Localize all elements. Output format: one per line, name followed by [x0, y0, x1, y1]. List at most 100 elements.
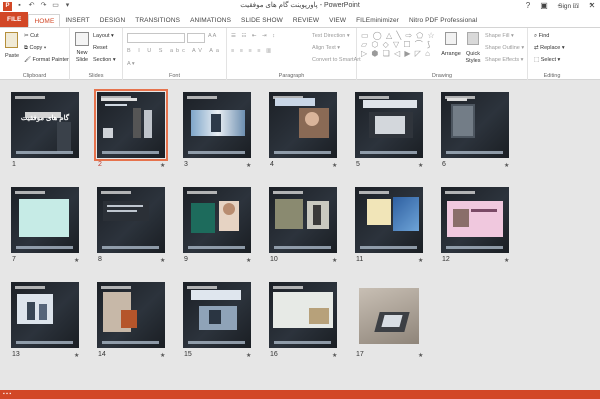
slide-thumbnail[interactable] — [11, 282, 79, 348]
slide-thumbnail[interactable] — [11, 187, 79, 253]
cut-label: Cut — [30, 33, 39, 39]
paste-button[interactable]: Paste — [2, 53, 22, 59]
slide-thumbnail[interactable] — [441, 92, 509, 158]
status-bar: ▪ ▪ ▪ — [0, 390, 600, 399]
transition-star-icon[interactable]: ★ — [246, 162, 251, 169]
shape-effects-button[interactable]: Shape Effects ▾ — [485, 57, 523, 63]
tab-home[interactable]: HOME — [28, 14, 61, 27]
align-text-label: Align Text — [312, 45, 336, 51]
quick-styles-button[interactable]: Quick Styles — [461, 51, 485, 65]
transition-star-icon[interactable]: ★ — [246, 257, 251, 264]
reset-button[interactable]: Reset — [93, 45, 107, 51]
new-slide-button[interactable]: New Slide — [71, 50, 93, 64]
slide-footer-bar — [360, 151, 417, 154]
shape-outline-label: Shape Outline — [485, 45, 520, 51]
transition-star-icon[interactable]: ★ — [418, 162, 423, 169]
transition-star-icon[interactable]: ★ — [332, 352, 337, 359]
slide-number: 13 — [12, 351, 20, 358]
slide-number: 6 — [442, 161, 446, 168]
tab-transitions[interactable]: TRANSITIONS — [130, 14, 185, 27]
slide-thumbnail[interactable] — [94, 89, 168, 161]
tab-fileminimizer[interactable]: FILEminimizer — [351, 14, 404, 27]
copy-icon: ⧉ — [24, 45, 28, 51]
transition-star-icon[interactable]: ★ — [160, 257, 165, 264]
copy-label: Copy — [29, 45, 43, 51]
grow-font-icon[interactable]: A A — [208, 33, 216, 39]
transition-star-icon[interactable]: ★ — [332, 257, 337, 264]
ribbon-display-icon[interactable]: ▣ — [538, 0, 550, 12]
transition-star-icon[interactable]: ★ — [74, 352, 79, 359]
sign-in-link[interactable]: Sign in — [558, 3, 578, 10]
transition-star-icon[interactable]: ★ — [418, 257, 423, 264]
format-painter-label: Format Painter — [32, 57, 69, 63]
slide-header-bar — [359, 191, 389, 194]
font-color-icon[interactable]: A ▾ — [127, 61, 135, 67]
transition-star-icon[interactable]: ★ — [504, 162, 509, 169]
section-button[interactable]: Section ▾ — [93, 57, 116, 63]
replace-icon: ⇄ — [534, 45, 539, 51]
format-painter-button[interactable]: 🖌 Format Painter — [24, 57, 69, 63]
tab-review[interactable]: REVIEW — [288, 14, 324, 27]
slide-thumbnail[interactable] — [183, 282, 251, 348]
find-button[interactable]: ⌕ Find — [534, 33, 549, 40]
shape-outline-button[interactable]: Shape Outline ▾ — [485, 45, 524, 51]
copy-button[interactable]: ⧉ Copy ▾ — [24, 45, 46, 52]
slide-thumbnail[interactable] — [183, 187, 251, 253]
slide-sorter: گام های موفقیت 1 2 ★ 3 ★ 4 ★ 5 ★ 6 ★ 7 ★ 8 ★ 9 ★ 10 ★ 11 ★ 12 ★… — [0, 80, 600, 390]
transition-star-icon[interactable]: ★ — [332, 162, 337, 169]
slide-thumbnail[interactable] — [355, 282, 423, 348]
transition-star-icon[interactable]: ★ — [160, 352, 165, 359]
slide-number: 17 — [356, 351, 364, 358]
slide-thumbnail[interactable] — [269, 92, 337, 158]
slide-number: 8 — [98, 256, 102, 263]
convert-smartart-button[interactable]: Convert to SmartArt — [312, 57, 361, 63]
find-icon: ⌕ — [534, 33, 538, 39]
transition-star-icon[interactable]: ★ — [246, 352, 251, 359]
collapse-ribbon-icon[interactable]: ⌃ — [588, 2, 594, 10]
slide-thumbnail[interactable]: گام های موفقیت — [11, 92, 79, 158]
slide-thumbnail[interactable] — [441, 187, 509, 253]
slide-thumbnail[interactable] — [269, 187, 337, 253]
layout-button[interactable]: Layout ▾ — [93, 33, 114, 39]
cut-button[interactable]: ✂ Cut — [24, 33, 39, 39]
align-text-button[interactable]: Align Text ▾ — [312, 45, 340, 51]
slide-thumbnail[interactable] — [355, 92, 423, 158]
select-label: Select — [540, 57, 557, 63]
tab-animations[interactable]: ANIMATIONS — [185, 14, 236, 27]
tab-nitro-pdf-professional[interactable]: Nitro PDF Professional — [404, 14, 482, 27]
tab-slide-show[interactable]: SLIDE SHOW — [236, 14, 288, 27]
shape-fill-button[interactable]: Shape Fill ▾ — [485, 33, 514, 39]
slide-thumbnail[interactable] — [355, 187, 423, 253]
slide-thumbnail[interactable] — [183, 92, 251, 158]
text-direction-button[interactable]: Text Direction ▾ — [312, 33, 350, 39]
slide-footer-bar — [446, 151, 503, 154]
tab-insert[interactable]: INSERT — [60, 14, 94, 27]
slide-thumbnail[interactable] — [97, 187, 165, 253]
font-name-box[interactable] — [127, 33, 185, 43]
tab-view[interactable]: VIEW — [324, 14, 351, 27]
select-button[interactable]: ⬚ Select ▾ — [534, 57, 560, 63]
slide-header-bar — [359, 96, 389, 99]
slide-thumbnail[interactable] — [269, 282, 337, 348]
align-icons[interactable]: ≡ ≡ ≡ ≡ ▥ — [231, 48, 273, 54]
list-icons[interactable]: ☰ ☷ ⇤ ⇥ ↕ — [231, 33, 277, 39]
transition-star-icon[interactable]: ★ — [74, 257, 79, 264]
slide-footer-bar — [102, 246, 159, 249]
slide-thumbnail[interactable] — [97, 282, 165, 348]
section-label: Section — [93, 57, 112, 63]
cut-icon: ✂ — [24, 33, 29, 39]
shapes-gallery[interactable]: ▭ ◯ △ ╲ ⇨ ⬠ ☆ ▱ ⬡ ◇ ▽ ☐ ⌒ ⟆ ▷ ⬢ ❏ ◁ ▶ ◸ ⌂ — [361, 31, 436, 58]
font-size-box[interactable] — [187, 33, 205, 43]
transition-star-icon[interactable]: ★ — [160, 162, 165, 169]
replace-button[interactable]: ⇄ Replace ▾ — [534, 45, 565, 51]
help-icon[interactable]: ? — [522, 0, 534, 12]
tab-file[interactable]: FILE — [0, 12, 29, 27]
tab-design[interactable]: DESIGN — [95, 14, 131, 27]
transition-star-icon[interactable]: ★ — [418, 352, 423, 359]
slide-header-bar — [273, 286, 303, 289]
slide-header-bar — [273, 191, 303, 194]
arrange-button[interactable]: Arrange — [440, 51, 462, 57]
transition-star-icon[interactable]: ★ — [504, 257, 509, 264]
font-format-icons[interactable]: B I U S abc AV Aa — [127, 48, 222, 54]
slide-header-bar — [187, 286, 217, 289]
